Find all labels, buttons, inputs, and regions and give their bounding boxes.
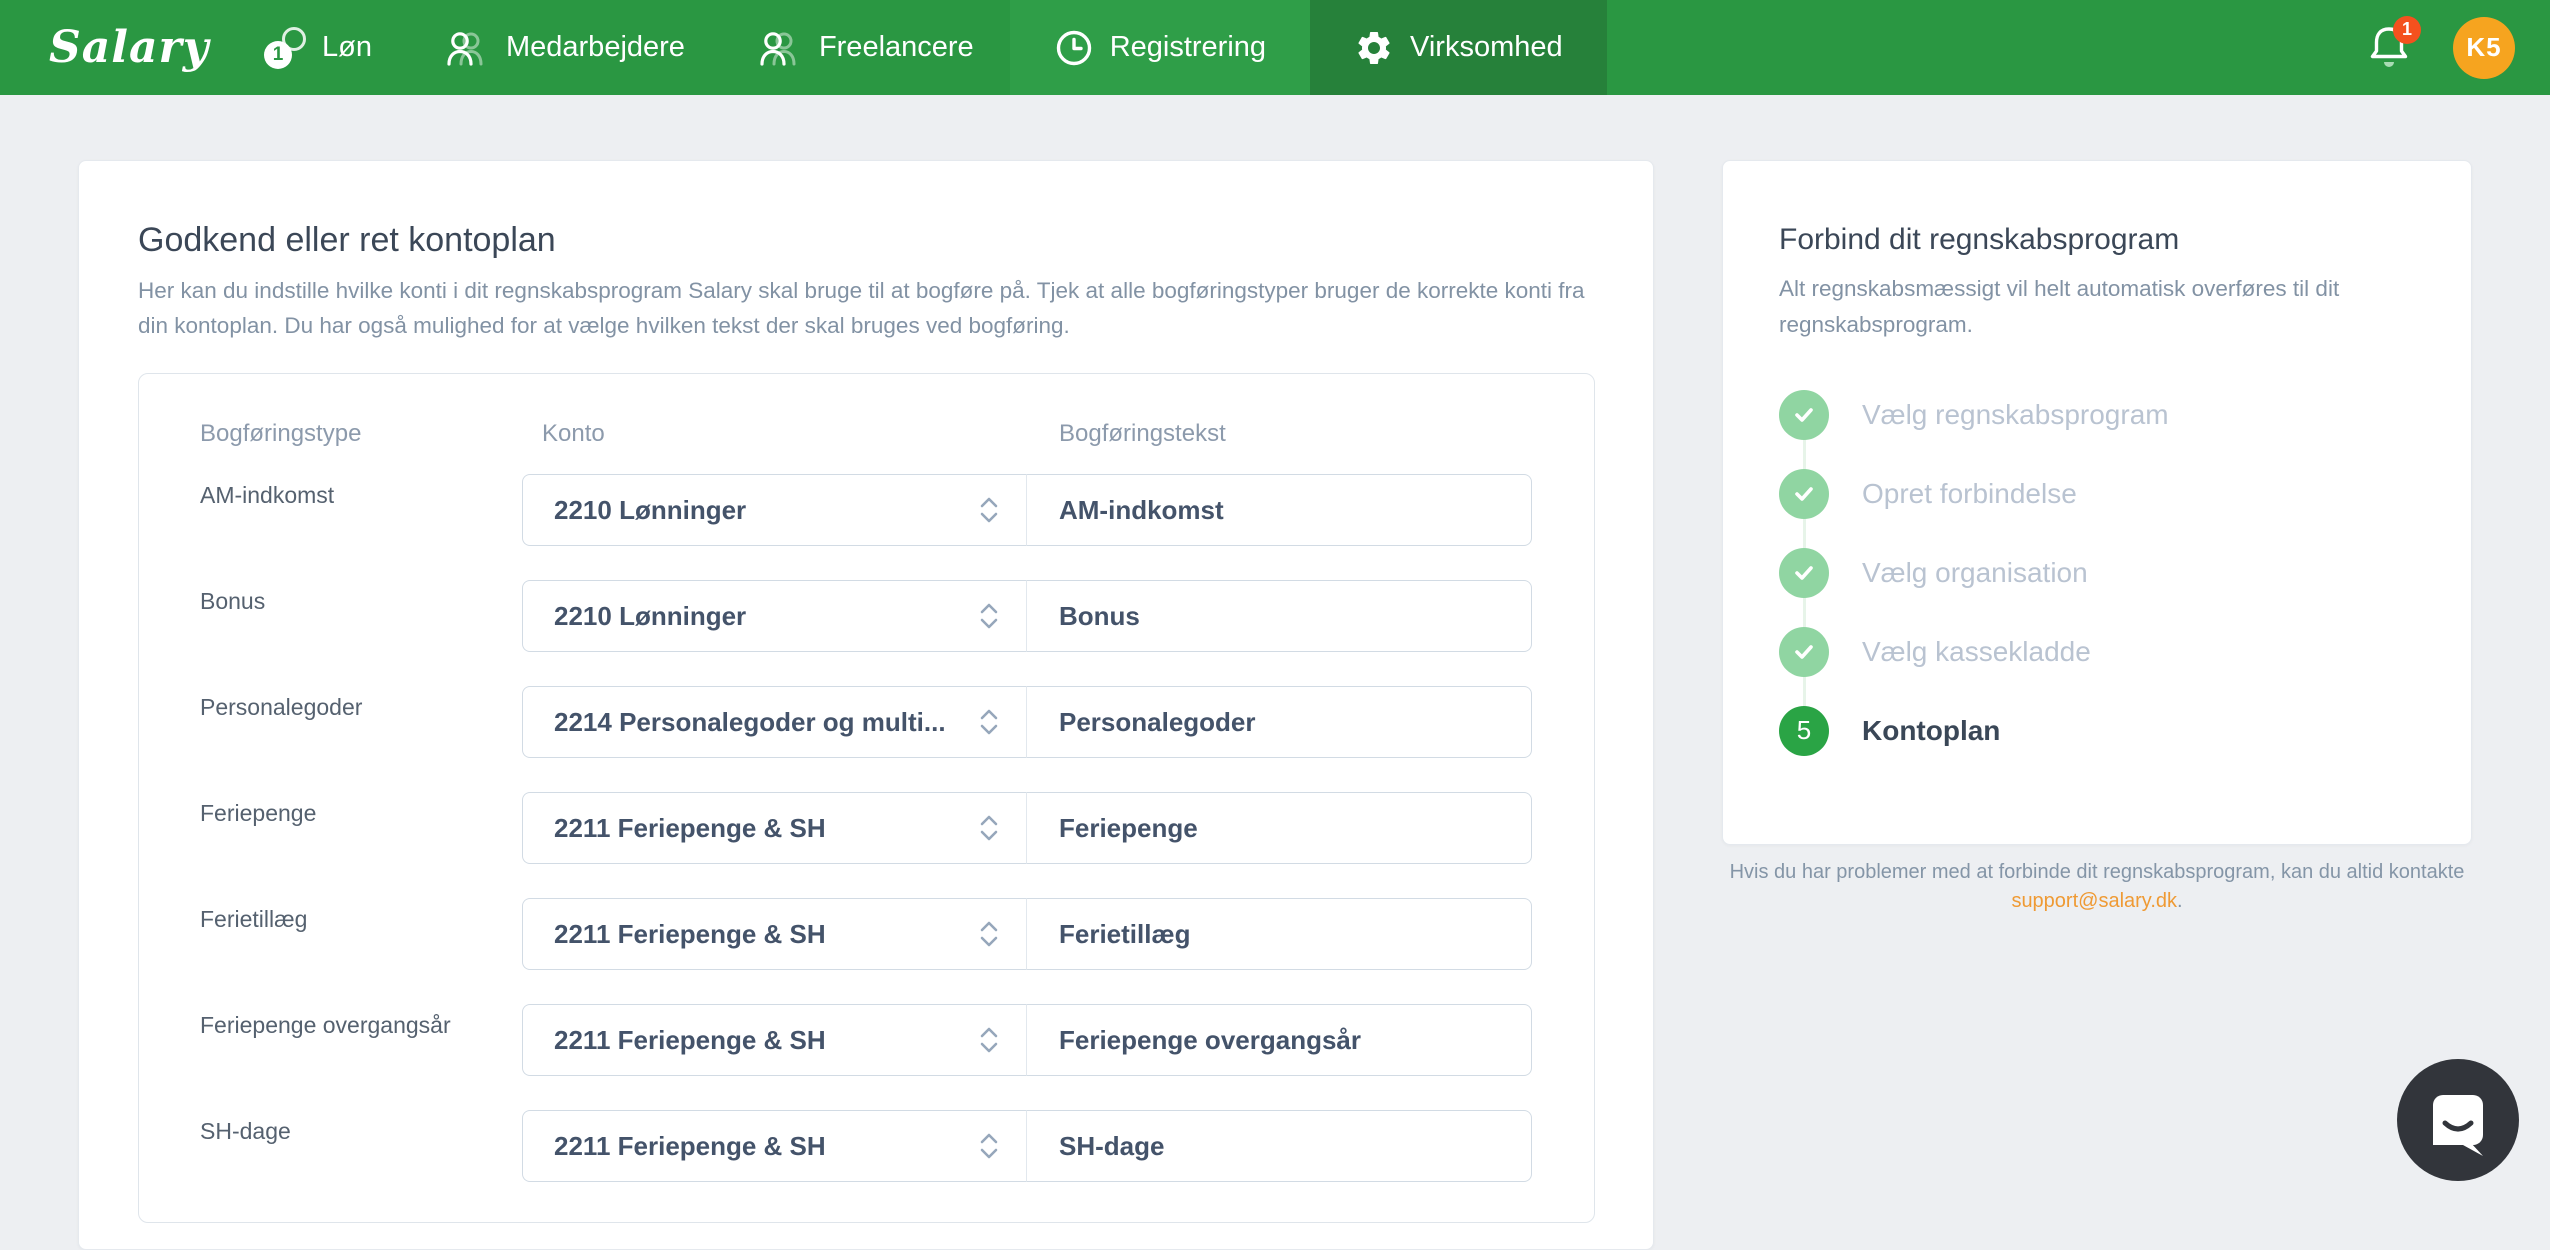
konto-select[interactable]: 2211 Feriepenge & SH — [522, 1004, 1026, 1076]
row-label: Personalegoder — [200, 686, 522, 758]
notifications-bell[interactable]: 1 — [2367, 22, 2415, 74]
main-nav: 1 Løn Medarbejdere — [228, 0, 1607, 95]
konto-select[interactable]: 2211 Feriepenge & SH — [522, 792, 1026, 864]
nav-item-medarbejdere[interactable]: Medarbejdere — [408, 0, 721, 95]
page-description: Her kan du indstille hvilke konti i dit … — [138, 273, 1598, 343]
bogforingstekst-input[interactable] — [1026, 1110, 1532, 1182]
table-row: Bonus 2210 Lønninger — [200, 580, 1594, 652]
step-kontoplan: 5 Kontoplan — [1779, 691, 2419, 770]
step-valg-organisation: Vælg organisation — [1779, 533, 2419, 612]
bogforingstekst-input[interactable] — [1026, 898, 1532, 970]
col-header-konto: Konto — [522, 420, 1026, 448]
table-row: Feriepenge 2211 Feriepenge & SH — [200, 792, 1594, 864]
sidebar-title: Forbind dit regnskabsprogram — [1779, 223, 2179, 257]
progress-stepper: Vælg regnskabsprogram Opret forbindelse … — [1779, 375, 2419, 770]
konto-select[interactable]: 2210 Lønninger — [522, 580, 1026, 652]
gear-icon — [1354, 28, 1394, 68]
col-header-bogforingstekst: Bogføringstekst — [1026, 420, 1532, 448]
bogforingstekst-input[interactable] — [1026, 686, 1532, 758]
step-opret-forbindelse: Opret forbindelse — [1779, 454, 2419, 533]
row-label: SH-dage — [200, 1110, 522, 1182]
table-row: SH-dage 2211 Feriepenge & SH — [200, 1110, 1594, 1182]
chat-launcher-button[interactable] — [2397, 1059, 2519, 1181]
bogforingstekst-input[interactable] — [1026, 792, 1532, 864]
nav-item-registrering[interactable]: Registrering — [1010, 0, 1310, 95]
nav-item-label: Registrering — [1110, 31, 1266, 64]
chevron-updown-icon — [978, 706, 1000, 738]
step-valg-regnskabsprogram: Vælg regnskabsprogram — [1779, 375, 2419, 454]
support-note: Hvis du har problemer med at forbinde di… — [1722, 858, 2472, 916]
step-check-icon — [1779, 627, 1829, 677]
chat-bubble-icon — [2397, 1059, 2519, 1181]
konto-select[interactable]: 2211 Feriepenge & SH — [522, 898, 1026, 970]
row-label: Feriepenge overgangsår — [200, 1004, 522, 1076]
konto-select[interactable]: 2214 Personalegoder og multi... — [522, 686, 1026, 758]
people-icon — [444, 28, 490, 68]
nav-item-label: Virksomhed — [1410, 31, 1563, 64]
top-navbar: Salary 1 Løn — [0, 0, 2550, 95]
bogforingstekst-input[interactable] — [1026, 1004, 1532, 1076]
table-row: AM-indkomst 2210 Lønninger — [200, 474, 1594, 546]
row-label: Feriepenge — [200, 792, 522, 864]
nav-item-label: Medarbejdere — [506, 31, 685, 64]
support-email-link[interactable]: support@salary.dk — [2011, 890, 2177, 912]
coin-icon: 1 — [264, 27, 306, 69]
konto-select[interactable]: 2210 Lønninger — [522, 474, 1026, 546]
people-icon — [757, 28, 803, 68]
chevron-updown-icon — [978, 1130, 1000, 1162]
chevron-updown-icon — [978, 600, 1000, 632]
bogforingstekst-input[interactable] — [1026, 474, 1532, 546]
table-row: Feriepenge overgangsår 2211 Feriepenge &… — [200, 1004, 1594, 1076]
salary-logo[interactable]: Salary — [49, 0, 209, 95]
notification-badge: 1 — [2393, 16, 2421, 44]
kontoplan-table: Bogføringstype Konto Bogføringstekst AM-… — [138, 373, 1595, 1223]
page-title: Godkend eller ret kontoplan — [138, 221, 556, 260]
col-header-bogforingstype: Bogføringstype — [200, 420, 522, 448]
table-row: Personalegoder 2214 Personalegoder og mu… — [200, 686, 1594, 758]
nav-item-lon[interactable]: 1 Løn — [228, 0, 408, 95]
konto-select[interactable]: 2211 Feriepenge & SH — [522, 1110, 1026, 1182]
connect-accounting-card: Forbind dit regnskabsprogram Alt regnska… — [1722, 160, 2472, 845]
step-number: 5 — [1779, 706, 1829, 756]
avatar[interactable]: K5 — [2453, 17, 2515, 79]
row-label: Ferietillæg — [200, 898, 522, 970]
step-check-icon — [1779, 548, 1829, 598]
row-label: AM-indkomst — [200, 474, 522, 546]
clock-icon — [1054, 28, 1094, 68]
chevron-updown-icon — [978, 494, 1000, 526]
nav-item-label: Freelancere — [819, 31, 974, 64]
chevron-updown-icon — [978, 1024, 1000, 1056]
table-row: Ferietillæg 2211 Feriepenge & SH — [200, 898, 1594, 970]
chevron-updown-icon — [978, 918, 1000, 950]
nav-item-label: Løn — [322, 31, 372, 64]
nav-item-freelancere[interactable]: Freelancere — [721, 0, 1010, 95]
step-valg-kassekladde: Vælg kassekladde — [1779, 612, 2419, 691]
step-check-icon — [1779, 469, 1829, 519]
step-check-icon — [1779, 390, 1829, 440]
sidebar-description: Alt regnskabsmæssigt vil helt automatisk… — [1779, 271, 2399, 343]
kontoplan-card: Godkend eller ret kontoplan Her kan du i… — [78, 160, 1654, 1250]
chevron-updown-icon — [978, 812, 1000, 844]
nav-item-virksomhed[interactable]: Virksomhed — [1310, 0, 1607, 95]
table-header-row: Bogføringstype Konto Bogføringstekst — [200, 420, 1594, 448]
row-label: Bonus — [200, 580, 522, 652]
bogforingstekst-input[interactable] — [1026, 580, 1532, 652]
